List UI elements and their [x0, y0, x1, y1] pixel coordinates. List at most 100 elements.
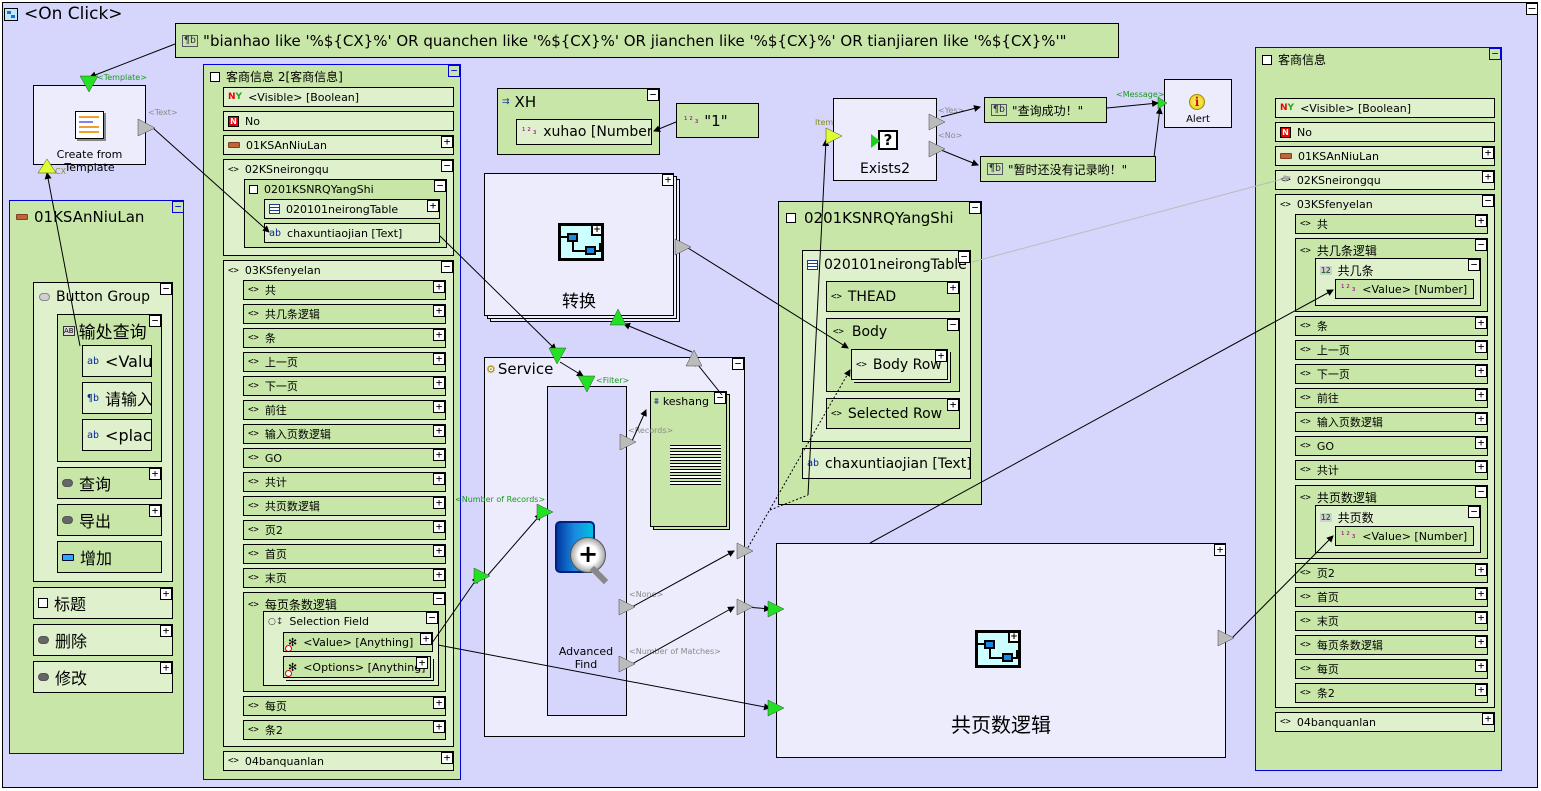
collapse-button[interactable]: − [969, 202, 981, 214]
fenye-item[interactable]: <> 条 + [243, 328, 446, 348]
banquanlan-row[interactable]: <> 04banquanlan + [223, 751, 454, 771]
count-value-field[interactable]: ¹²₃ <Value> [Number] [1335, 279, 1474, 299]
expand-button[interactable]: + [1475, 564, 1487, 576]
collapse-button[interactable]: − [441, 160, 453, 172]
expand-button[interactable]: + [1475, 612, 1487, 624]
collapse-button[interactable]: − [172, 201, 184, 213]
expand-button[interactable]: + [433, 377, 445, 389]
template-expression[interactable]: ¶b "bianhao like '%${CX}%' OR quanchen l… [175, 23, 1119, 58]
collapse-button[interactable]: − [441, 261, 453, 273]
total-pages-logic-node[interactable]: + 共页数逻辑 + [776, 543, 1226, 758]
fenye-item[interactable]: <> 下一页 + [1295, 364, 1488, 384]
expand-button[interactable]: + [1475, 437, 1487, 449]
input-group[interactable]: AB 输处查询 − ab <Value ¶b 请输入 ab <place [57, 314, 162, 462]
expand-button[interactable]: + [160, 625, 172, 637]
selection-field[interactable]: ○↕ Selection Field − ✻ <Value> [Anything] … [263, 611, 439, 686]
expand-button[interactable]: + [433, 473, 445, 485]
item-delete[interactable]: 删除 + [33, 624, 173, 656]
collapse-button[interactable]: − [647, 89, 659, 101]
fenye-item[interactable]: <> 页2 + [1295, 563, 1488, 583]
count-number-group[interactable]: 12 共几条 − ¹²₃ <Value> [Number] [1315, 258, 1481, 306]
expand-button[interactable]: + [1482, 171, 1494, 183]
expand-button[interactable]: + [433, 521, 445, 533]
xh-variable-panel[interactable]: ⇉ XH − ¹²₃ xuhao [Number] [497, 88, 660, 155]
fenye-item[interactable]: <> 共计 + [243, 472, 446, 492]
fenye-item[interactable]: <> 前往 + [243, 400, 446, 420]
fenye-item[interactable]: <> 共 + [243, 280, 446, 300]
button-group[interactable]: Button Group − AB 输处查询 − ab <Value ¶b 请输入 … [33, 282, 173, 582]
expand-button[interactable]: + [433, 697, 445, 709]
fenye-item[interactable]: <> 页2 + [243, 520, 446, 540]
collapse-button[interactable]: − [1482, 195, 1494, 207]
expand-button[interactable]: + [947, 282, 959, 294]
constant-one[interactable]: ¹²₃ "1" [676, 103, 759, 138]
neirongqu-row[interactable]: <> 02KSneirongqu + [1275, 170, 1495, 190]
expand-button[interactable]: + [935, 350, 947, 362]
fenye-item[interactable]: <> 末页 + [243, 568, 446, 588]
expand-button[interactable]: + [433, 425, 445, 437]
expand-button[interactable]: + [149, 505, 161, 517]
expand-button[interactable]: + [433, 329, 445, 341]
collapse-button[interactable]: − [1475, 239, 1487, 251]
selection-options-field[interactable]: ✻ <Options> [Anything] + [283, 656, 431, 678]
expand-button[interactable]: + [441, 136, 453, 148]
collapse-button[interactable]: − [434, 180, 446, 192]
fenyelan-group[interactable]: <> 03KSfenyelan − <> 共 + <> 共几条逻辑 + <> 条 + <> 上一页 + <… [223, 260, 454, 747]
xuhao-field[interactable]: ¹²₃ xuhao [Number] [516, 119, 652, 145]
banquanlan-row[interactable]: <> 04banquanlan + [1275, 712, 1495, 732]
expand-button[interactable]: + [1475, 636, 1487, 648]
no-constant[interactable]: N No [1275, 122, 1495, 142]
expand-button[interactable]: + [1475, 413, 1487, 425]
success-message[interactable]: ¶b "查询成功！" [984, 97, 1107, 123]
expand-button[interactable]: + [433, 449, 445, 461]
fenye-item[interactable]: <> 首页 + [1295, 587, 1488, 607]
empty-message[interactable]: ¶b "暂时还没有记录哟！" [980, 156, 1156, 182]
fenye-item[interactable]: <> GO + [1295, 436, 1488, 456]
expand-button[interactable]: + [416, 657, 428, 669]
expand-button[interactable]: + [160, 662, 172, 674]
fenye-item[interactable]: <> 输入页数逻辑 + [1295, 412, 1488, 432]
advanced-find-node[interactable]: + Advanced Find [547, 386, 627, 716]
collapse-button[interactable]: − [160, 283, 172, 295]
expand-button[interactable]: + [433, 353, 445, 365]
neirong-table[interactable]: 020101neirongTable − <> THEAD + <> Body − … [802, 250, 971, 442]
collapse-button[interactable]: − [1468, 259, 1480, 271]
expand-button[interactable]: + [1482, 147, 1494, 159]
expand-button[interactable]: + [433, 497, 445, 509]
expand-button[interactable]: + [662, 174, 674, 186]
collapse-button[interactable]: − [1475, 486, 1487, 498]
expand-button[interactable]: + [1475, 317, 1487, 329]
input-value-field[interactable]: ab <Value [82, 345, 152, 377]
fenye-item[interactable]: <> 每页 + [243, 696, 446, 716]
expand-button[interactable]: + [433, 401, 445, 413]
an-niu-lan-row[interactable]: 01KSAnNiuLan + [223, 135, 454, 155]
fenye-item[interactable]: <> 上一页 + [243, 352, 446, 372]
input-placeholder-text[interactable]: ¶b 请输入 [82, 382, 152, 414]
expand-button[interactable]: + [433, 545, 445, 557]
body-group[interactable]: <> Body − <> Body Row + [826, 318, 960, 392]
per-page-logic-group[interactable]: <> 每页条数逻辑 − ○↕ Selection Field − ✻ <Value> … [243, 592, 446, 692]
expand-button[interactable]: + [1475, 365, 1487, 377]
collapse-button[interactable]: − [714, 392, 726, 404]
fenye-item[interactable]: <> 输入页数逻辑 + [243, 424, 446, 444]
body-row[interactable]: <> Body Row + [851, 349, 948, 380]
item-modify[interactable]: 修改 + [33, 661, 173, 693]
expand-button[interactable]: + [433, 305, 445, 317]
expand-button[interactable]: + [160, 588, 172, 600]
expand-button[interactable]: + [433, 281, 445, 293]
fenye-item[interactable]: <> 共几条逻辑 + [243, 304, 446, 324]
expand-button[interactable]: + [1475, 461, 1487, 473]
expand-button[interactable]: + [441, 752, 453, 764]
collapse-button[interactable]: − [958, 251, 970, 263]
visible-boolean[interactable]: NY <Visible> [Boolean] [223, 87, 454, 107]
expand-button[interactable]: + [1475, 341, 1487, 353]
expand-button[interactable]: + [1475, 389, 1487, 401]
button-search[interactable]: 查询 + [57, 467, 162, 499]
no-constant[interactable]: N No [223, 111, 454, 131]
fenyelan-group[interactable]: <> 03KSfenyelan − <> 共 + <> 共几条逻辑 − 12 共几条 −… [1275, 194, 1495, 708]
collapse-button[interactable]: − [448, 65, 460, 77]
selection-value-field[interactable]: ✻ <Value> [Anything] + [283, 632, 433, 652]
fenye-item-gong[interactable]: <> 共 + [1295, 214, 1488, 234]
count-logic-group[interactable]: <> 共几条逻辑 − 12 共几条 − ¹²₃ <Value> [Number] [1295, 238, 1488, 312]
keshang-recordset[interactable]: ⩩ keshang − [650, 391, 727, 527]
